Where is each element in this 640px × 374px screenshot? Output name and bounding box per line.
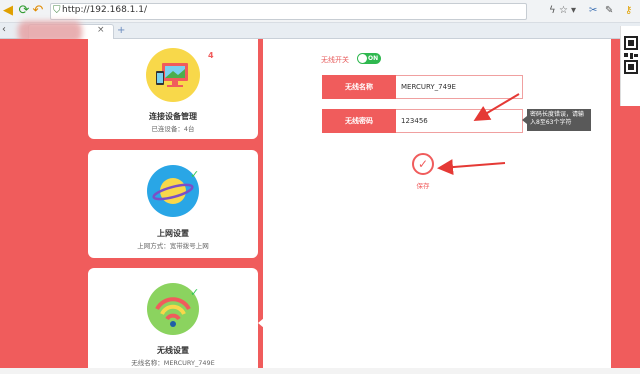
arrow-to-password — [473, 93, 520, 122]
arrow-to-save — [437, 159, 506, 176]
annotation-arrows — [437, 93, 520, 176]
